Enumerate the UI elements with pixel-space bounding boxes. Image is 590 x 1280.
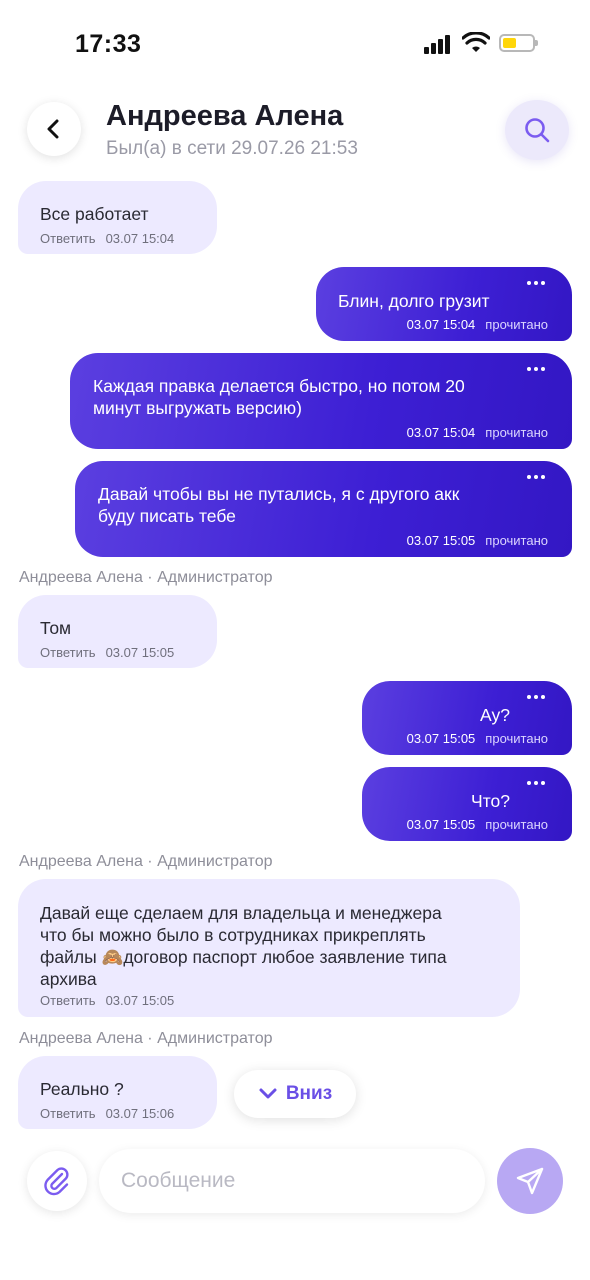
scroll-down-button[interactable]: Вниз bbox=[234, 1070, 356, 1118]
message-text: Что? bbox=[471, 791, 510, 811]
reply-link[interactable]: Ответить bbox=[40, 993, 96, 1008]
reply-link[interactable]: Ответить bbox=[40, 645, 96, 660]
back-button[interactable] bbox=[27, 102, 81, 156]
send-button[interactable] bbox=[497, 1148, 563, 1214]
read-status: прочитано bbox=[485, 425, 548, 440]
message-text: Давай еще сделаем для владельца и менедж… bbox=[40, 903, 447, 989]
message-meta: 03.07 15:04 прочитано bbox=[407, 425, 548, 440]
message-text: Каждая правка делается быстро, но потом … bbox=[93, 376, 465, 418]
outgoing-message[interactable]: Ау? 03.07 15:05 прочитано bbox=[362, 681, 572, 755]
battery-icon bbox=[499, 34, 538, 52]
incoming-message[interactable]: Все работает Ответить 03.07 15:04 bbox=[18, 181, 217, 254]
attach-button[interactable] bbox=[27, 1151, 87, 1211]
read-status: прочитано bbox=[485, 817, 548, 832]
outgoing-message[interactable]: Каждая правка делается быстро, но потом … bbox=[70, 353, 572, 449]
more-options-icon[interactable] bbox=[527, 367, 545, 373]
read-status: прочитано bbox=[485, 317, 548, 332]
read-status: прочитано bbox=[485, 731, 548, 746]
last-seen-status: Был(а) в сети 29.07.26 21:53 bbox=[106, 138, 358, 159]
status-time: 17:33 bbox=[75, 30, 142, 58]
chat-title: Андреева Алена bbox=[106, 100, 344, 132]
message-time: 03.07 15:04 bbox=[105, 231, 175, 246]
search-icon bbox=[525, 118, 550, 143]
message-meta: 03.07 15:05 прочитано bbox=[407, 533, 548, 548]
chevron-down-icon bbox=[259, 1088, 277, 1099]
reply-link[interactable]: Ответить bbox=[40, 1106, 96, 1121]
message-time: 03.07 15:05 bbox=[406, 817, 476, 832]
message-time: 03.07 15:04 bbox=[406, 317, 476, 332]
search-button[interactable] bbox=[505, 100, 569, 160]
message-time: 03.07 15:05 bbox=[406, 533, 476, 548]
chevron-left-icon bbox=[47, 119, 59, 139]
reply-link[interactable]: Ответить bbox=[40, 231, 96, 246]
more-options-icon[interactable] bbox=[527, 475, 545, 481]
message-text: Том bbox=[40, 618, 72, 638]
message-meta: Ответить 03.07 15:04 bbox=[40, 231, 174, 246]
sender-label: Андреева Алена · Администратор bbox=[19, 569, 273, 586]
message-meta: Ответить 03.07 15:06 bbox=[40, 1106, 174, 1121]
message-meta: Ответить 03.07 15:05 bbox=[40, 993, 174, 1008]
more-options-icon[interactable] bbox=[527, 781, 545, 787]
cellular-signal-icon bbox=[424, 34, 454, 54]
read-status: прочитано bbox=[485, 533, 548, 548]
message-text: Давай чтобы вы не путались, я с другого … bbox=[98, 484, 460, 526]
message-time: 03.07 15:04 bbox=[406, 425, 476, 440]
outgoing-message[interactable]: Давай чтобы вы не путались, я с другого … bbox=[75, 461, 572, 557]
message-meta: 03.07 15:04 прочитано bbox=[407, 317, 548, 332]
message-text: Реально ? bbox=[40, 1079, 124, 1099]
more-options-icon[interactable] bbox=[527, 281, 545, 287]
sender-label: Андреева Алена · Администратор bbox=[19, 1030, 273, 1047]
message-text: Ау? bbox=[480, 705, 510, 725]
message-text: Блин, долго грузит bbox=[338, 291, 490, 311]
send-icon bbox=[516, 1167, 544, 1195]
message-input[interactable] bbox=[99, 1149, 485, 1213]
message-time: 03.07 15:05 bbox=[105, 645, 175, 660]
message-meta: 03.07 15:05 прочитано bbox=[407, 731, 548, 746]
incoming-message[interactable]: Давай еще сделаем для владельца и менедж… bbox=[18, 879, 520, 1017]
outgoing-message[interactable]: Что? 03.07 15:05 прочитано bbox=[362, 767, 572, 841]
message-time: 03.07 15:05 bbox=[406, 731, 476, 746]
more-options-icon[interactable] bbox=[527, 695, 545, 701]
sender-label: Андреева Алена · Администратор bbox=[19, 853, 273, 870]
incoming-message[interactable]: Том Ответить 03.07 15:05 bbox=[18, 595, 217, 668]
message-meta: Ответить 03.07 15:05 bbox=[40, 645, 174, 660]
message-time: 03.07 15:05 bbox=[105, 993, 175, 1008]
scroll-down-label: Вниз bbox=[285, 1083, 333, 1104]
outgoing-message[interactable]: Блин, долго грузит 03.07 15:04 прочитано bbox=[316, 267, 572, 341]
incoming-message[interactable]: Реально ? Ответить 03.07 15:06 bbox=[18, 1056, 217, 1129]
message-time: 03.07 15:06 bbox=[105, 1106, 175, 1121]
wifi-icon bbox=[462, 32, 490, 52]
message-meta: 03.07 15:05 прочитано bbox=[407, 817, 548, 832]
paperclip-icon bbox=[44, 1167, 69, 1196]
message-text: Все работает bbox=[40, 204, 149, 224]
